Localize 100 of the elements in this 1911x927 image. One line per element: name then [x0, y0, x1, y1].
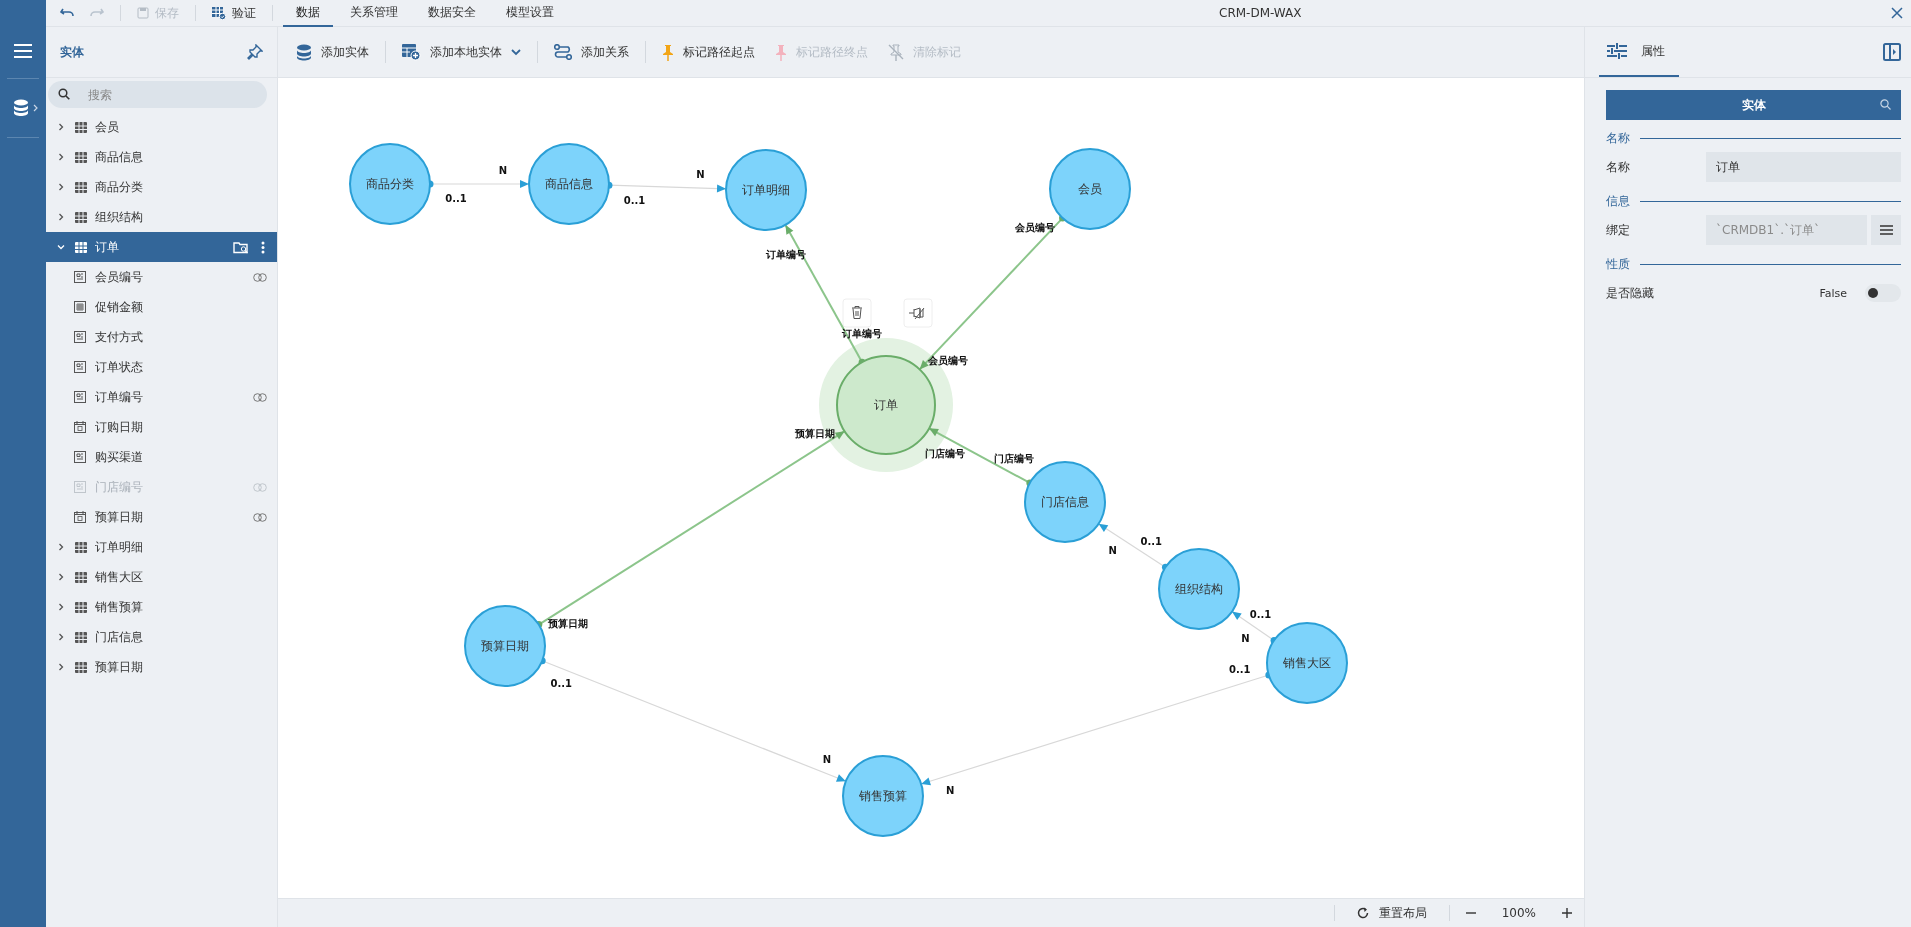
- properties-tab[interactable]: 属性: [1599, 27, 1679, 77]
- node-label: 商品分类: [366, 177, 414, 191]
- table-icon: [75, 541, 87, 553]
- tree-item[interactable]: 订单明细: [46, 532, 277, 562]
- edge-label: N: [696, 169, 705, 180]
- entity-node[interactable]: [349, 143, 431, 225]
- entity-node[interactable]: [1158, 548, 1240, 630]
- menu-icon[interactable]: [14, 44, 32, 58]
- search-icon[interactable]: [1880, 99, 1891, 110]
- chevron-icon[interactable]: [57, 543, 65, 551]
- chevron-icon[interactable]: [57, 153, 65, 161]
- name-field[interactable]: 订单: [1706, 152, 1901, 182]
- edge-label: 会员编号: [927, 355, 968, 367]
- property-label: 绑定: [1606, 221, 1631, 239]
- validate-button[interactable]: 验证: [206, 2, 262, 24]
- tree-item[interactable]: 预算日期: [46, 652, 277, 682]
- edge-label: N: [822, 753, 831, 765]
- table-icon: [75, 661, 87, 673]
- edge-label: 门店编号: [993, 453, 1034, 465]
- edge-label: N: [1108, 544, 1117, 556]
- number-field-icon: [74, 301, 86, 313]
- table-icon: [75, 181, 87, 193]
- chevron-icon[interactable]: [57, 663, 65, 671]
- toggle-switch[interactable]: [1865, 284, 1901, 302]
- add-relation-button[interactable]: 添加关系: [544, 39, 639, 65]
- relation-icon: [554, 44, 572, 60]
- field-item[interactable]: 预算日期: [46, 502, 277, 532]
- edge-label: N: [498, 165, 508, 176]
- chevron-icon[interactable]: [57, 123, 65, 131]
- node-label: 销售大区: [1283, 656, 1331, 670]
- reset-layout-button[interactable]: 重置布局: [1350, 903, 1433, 923]
- edge-label: 0..1: [1249, 609, 1272, 621]
- edge-label: 0..1: [445, 193, 467, 204]
- more-icon[interactable]: [261, 240, 265, 254]
- menu-tab[interactable]: 关系管理: [337, 0, 411, 27]
- close-icon[interactable]: [1891, 7, 1903, 19]
- chevron-icon[interactable]: [57, 603, 65, 611]
- table-add-icon: [402, 43, 421, 61]
- chevron-icon[interactable]: [57, 213, 65, 221]
- tree-item[interactable]: 销售预算: [46, 592, 277, 622]
- collapse-panel-icon[interactable]: [1883, 43, 1901, 61]
- search-field[interactable]: 搜索: [48, 81, 267, 108]
- undo-icon[interactable]: [60, 8, 74, 18]
- text-field-icon: [74, 271, 86, 283]
- chevron-icon[interactable]: [57, 573, 65, 581]
- entity-node[interactable]: [725, 149, 807, 231]
- entity-node[interactable]: [464, 605, 546, 687]
- zoom-level: 100%: [1501, 906, 1536, 920]
- entity-node[interactable]: [842, 755, 924, 837]
- folder-search-icon[interactable]: [233, 240, 249, 254]
- refresh-icon: [1356, 907, 1369, 919]
- field-item[interactable]: 会员编号: [46, 262, 277, 292]
- unpin-button[interactable]: [903, 298, 933, 328]
- database-icon[interactable]: [13, 99, 39, 117]
- property-label: 是否隐藏: [1606, 284, 1655, 302]
- entity-node[interactable]: [1266, 622, 1348, 704]
- menu-button[interactable]: [1871, 215, 1901, 245]
- tree-item[interactable]: 商品信息: [46, 142, 277, 172]
- node-label: 组织结构: [1175, 582, 1223, 596]
- node-label: 预算日期: [481, 639, 529, 653]
- text-field-icon: [74, 481, 86, 493]
- table-check-icon: [212, 6, 226, 20]
- table-icon: [75, 241, 87, 253]
- entity-node[interactable]: [528, 143, 610, 225]
- panel-title: 实体: [60, 43, 84, 61]
- chevron-icon[interactable]: [57, 183, 65, 191]
- tree-item[interactable]: 订单: [46, 232, 277, 262]
- chevron-icon[interactable]: [57, 633, 65, 641]
- property-label: 名称: [1606, 158, 1631, 176]
- add-local-button[interactable]: 添加本地实体: [392, 39, 531, 65]
- zoom-in-icon[interactable]: [1562, 908, 1572, 918]
- tree-item[interactable]: 门店信息: [46, 622, 277, 652]
- pin-icon[interactable]: [247, 44, 263, 60]
- field-item[interactable]: 支付方式: [46, 322, 277, 352]
- field-item[interactable]: 购买渠道: [46, 442, 277, 472]
- database-icon: [296, 43, 312, 61]
- tree-item[interactable]: 会员: [46, 112, 277, 142]
- edge-label: 订单编号: [841, 327, 882, 339]
- menu-tab[interactable]: 数据: [283, 0, 333, 27]
- edge-label: N: [1241, 632, 1250, 644]
- delete-button[interactable]: [842, 298, 872, 328]
- tree-item[interactable]: 商品分类: [46, 172, 277, 202]
- node-label: 商品信息: [545, 177, 593, 191]
- menu-tab[interactable]: 模型设置: [493, 0, 567, 27]
- field-item[interactable]: 订购日期: [46, 412, 277, 442]
- add-entity-button[interactable]: 添加实体: [286, 39, 379, 65]
- field-item[interactable]: 促销金额: [46, 292, 277, 322]
- field-item[interactable]: 订单状态: [46, 352, 277, 382]
- text-field-icon: [74, 391, 86, 403]
- sliders-icon: [1607, 43, 1627, 59]
- table-icon: [75, 601, 87, 613]
- menu-tab[interactable]: 数据安全: [415, 0, 489, 27]
- node-label: 订单: [874, 398, 898, 412]
- header-title: 实体: [1741, 96, 1766, 114]
- field-item[interactable]: 订单编号: [46, 382, 277, 412]
- mark-start-button[interactable]: 标记路径起点: [652, 39, 765, 65]
- tree-item[interactable]: 组织结构: [46, 202, 277, 232]
- section-title: 名称: [1606, 129, 1630, 147]
- text-field-icon: [74, 331, 86, 343]
- tree-item[interactable]: 销售大区: [46, 562, 277, 592]
